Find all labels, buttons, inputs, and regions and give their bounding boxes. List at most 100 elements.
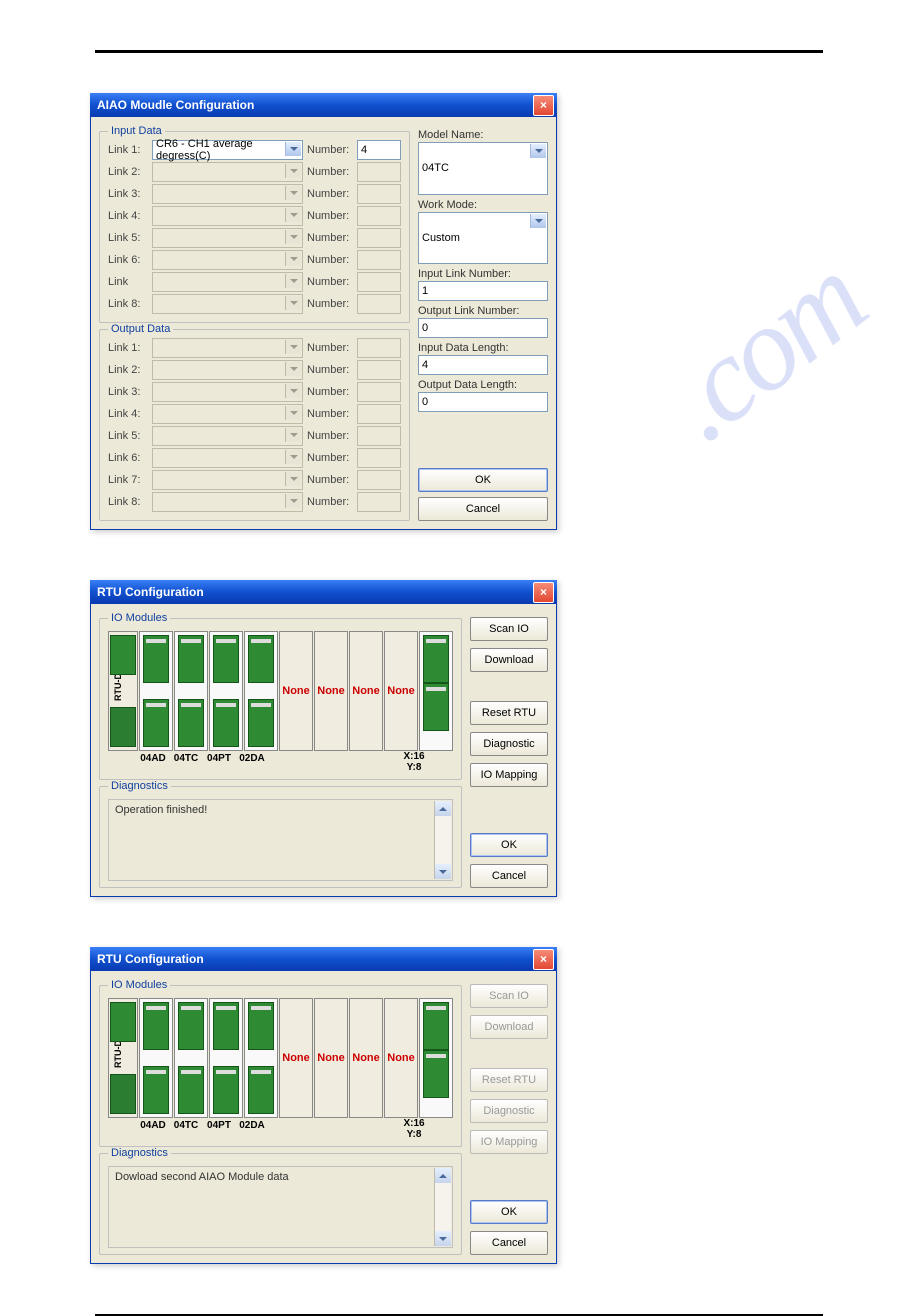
rtu-head-module[interactable]: RTU-DNET [108, 631, 138, 751]
close-icon[interactable]: × [533, 949, 554, 970]
ok-button[interactable]: OK [470, 833, 548, 857]
diagnostics-legend: Diagnostics [108, 780, 171, 792]
cancel-button[interactable]: Cancel [470, 864, 548, 888]
ok-button[interactable]: OK [470, 1200, 548, 1224]
module-label: 04AD [137, 1120, 169, 1132]
ok-button[interactable]: OK [418, 468, 548, 492]
io-module-empty[interactable]: None [314, 631, 348, 751]
number-label: Number: [307, 474, 353, 486]
rtu-head-module[interactable]: RTU-DNET [108, 998, 138, 1118]
xy-label: X:16Y:8 [398, 1118, 430, 1140]
input-link-row: Link 5: Number: [108, 228, 401, 248]
input-link-row: Link 4: Number: [108, 206, 401, 226]
module-label: 04TC [170, 753, 202, 765]
link-label: Link 8: [108, 496, 148, 508]
work-mode-value: Custom [422, 232, 460, 244]
titlebar[interactable]: RTU Configuration × [90, 947, 557, 971]
work-mode-select[interactable]: Custom [418, 212, 548, 265]
link-select [152, 382, 303, 402]
link-select [152, 492, 303, 512]
io-module-empty[interactable]: None [279, 631, 313, 751]
output-data-legend: Output Data [108, 323, 173, 335]
link-value: CR6 - CH1 average degress(C) [156, 138, 299, 162]
link-label: Link 5: [108, 430, 148, 442]
link-select [152, 360, 303, 380]
io-mapping-button[interactable]: IO Mapping [470, 763, 548, 787]
close-icon[interactable]: × [533, 582, 554, 603]
none-label: None [282, 1052, 310, 1064]
chevron-down-icon [285, 186, 301, 200]
input-link-row: Link 8: Number: [108, 294, 401, 314]
number-field [357, 294, 401, 314]
output-link-num-field[interactable]: 0 [418, 318, 548, 338]
diagnostics-textbox: Dowload second AIAO Module data [108, 1166, 453, 1248]
output-link-row: Link 5: Number: [108, 426, 401, 446]
download-button: Download [470, 1015, 548, 1039]
xy-label: X:16Y:8 [398, 751, 430, 773]
output-data-len-field[interactable]: 0 [418, 392, 548, 412]
scrollbar[interactable] [434, 801, 451, 879]
titlebar[interactable]: AIAO Moudle Configuration × [90, 93, 557, 117]
number-field[interactable]: 4 [357, 140, 401, 160]
io-module-empty[interactable]: None [349, 631, 383, 751]
io-module-xy[interactable] [419, 998, 453, 1118]
input-link-num-field[interactable]: 1 [418, 281, 548, 301]
number-label: Number: [307, 364, 353, 376]
none-label: None [317, 1052, 345, 1064]
io-module[interactable] [209, 998, 243, 1118]
reset-rtu-button[interactable]: Reset RTU [470, 701, 548, 725]
number-field [357, 162, 401, 182]
cancel-button[interactable]: Cancel [470, 1231, 548, 1255]
io-module[interactable] [139, 998, 173, 1118]
model-name-select[interactable]: 04TC [418, 142, 548, 195]
io-modules-legend: IO Modules [108, 612, 170, 624]
scroll-down-icon[interactable] [435, 864, 451, 879]
link-label: Link 3: [108, 188, 148, 200]
io-module[interactable] [139, 631, 173, 751]
scroll-down-icon[interactable] [435, 1231, 451, 1246]
diagnostic-button: Diagnostic [470, 1099, 548, 1123]
link-select[interactable]: CR6 - CH1 average degress(C) [152, 140, 303, 160]
link-label: Link 1: [108, 144, 148, 156]
output-link-row: Link 2: Number: [108, 360, 401, 380]
chevron-down-icon [285, 340, 301, 354]
cancel-button[interactable]: Cancel [418, 497, 548, 521]
output-link-row: Link 3: Number: [108, 382, 401, 402]
io-module-empty[interactable]: None [349, 998, 383, 1118]
chevron-down-icon [285, 296, 301, 310]
input-data-len-field[interactable]: 4 [418, 355, 548, 375]
scrollbar[interactable] [434, 1168, 451, 1246]
chevron-down-icon [285, 472, 301, 486]
chevron-down-icon [285, 164, 301, 178]
link-select [152, 162, 303, 182]
io-module[interactable] [244, 631, 278, 751]
titlebar[interactable]: RTU Configuration × [90, 580, 557, 604]
io-module-empty[interactable]: None [279, 998, 313, 1118]
io-module-xy[interactable] [419, 631, 453, 751]
module-label: 04PT [203, 1120, 235, 1132]
io-module[interactable] [174, 631, 208, 751]
number-field [357, 272, 401, 292]
close-icon[interactable]: × [533, 95, 554, 116]
scan-io-button[interactable]: Scan IO [470, 617, 548, 641]
model-name-value: 04TC [422, 162, 449, 174]
link-select [152, 206, 303, 226]
io-module[interactable] [209, 631, 243, 751]
io-module-empty[interactable]: None [384, 998, 418, 1118]
number-label: Number: [307, 342, 353, 354]
none-label: None [282, 685, 310, 697]
scroll-up-icon[interactable] [435, 801, 451, 816]
number-field [357, 382, 401, 402]
io-module-empty[interactable]: None [384, 631, 418, 751]
number-field [357, 426, 401, 446]
io-module[interactable] [174, 998, 208, 1118]
number-field [357, 470, 401, 490]
io-module[interactable] [244, 998, 278, 1118]
scroll-up-icon[interactable] [435, 1168, 451, 1183]
diagnostic-button[interactable]: Diagnostic [470, 732, 548, 756]
link-select [152, 404, 303, 424]
link-select [152, 426, 303, 446]
io-module-empty[interactable]: None [314, 998, 348, 1118]
link-select [152, 250, 303, 270]
download-button[interactable]: Download [470, 648, 548, 672]
